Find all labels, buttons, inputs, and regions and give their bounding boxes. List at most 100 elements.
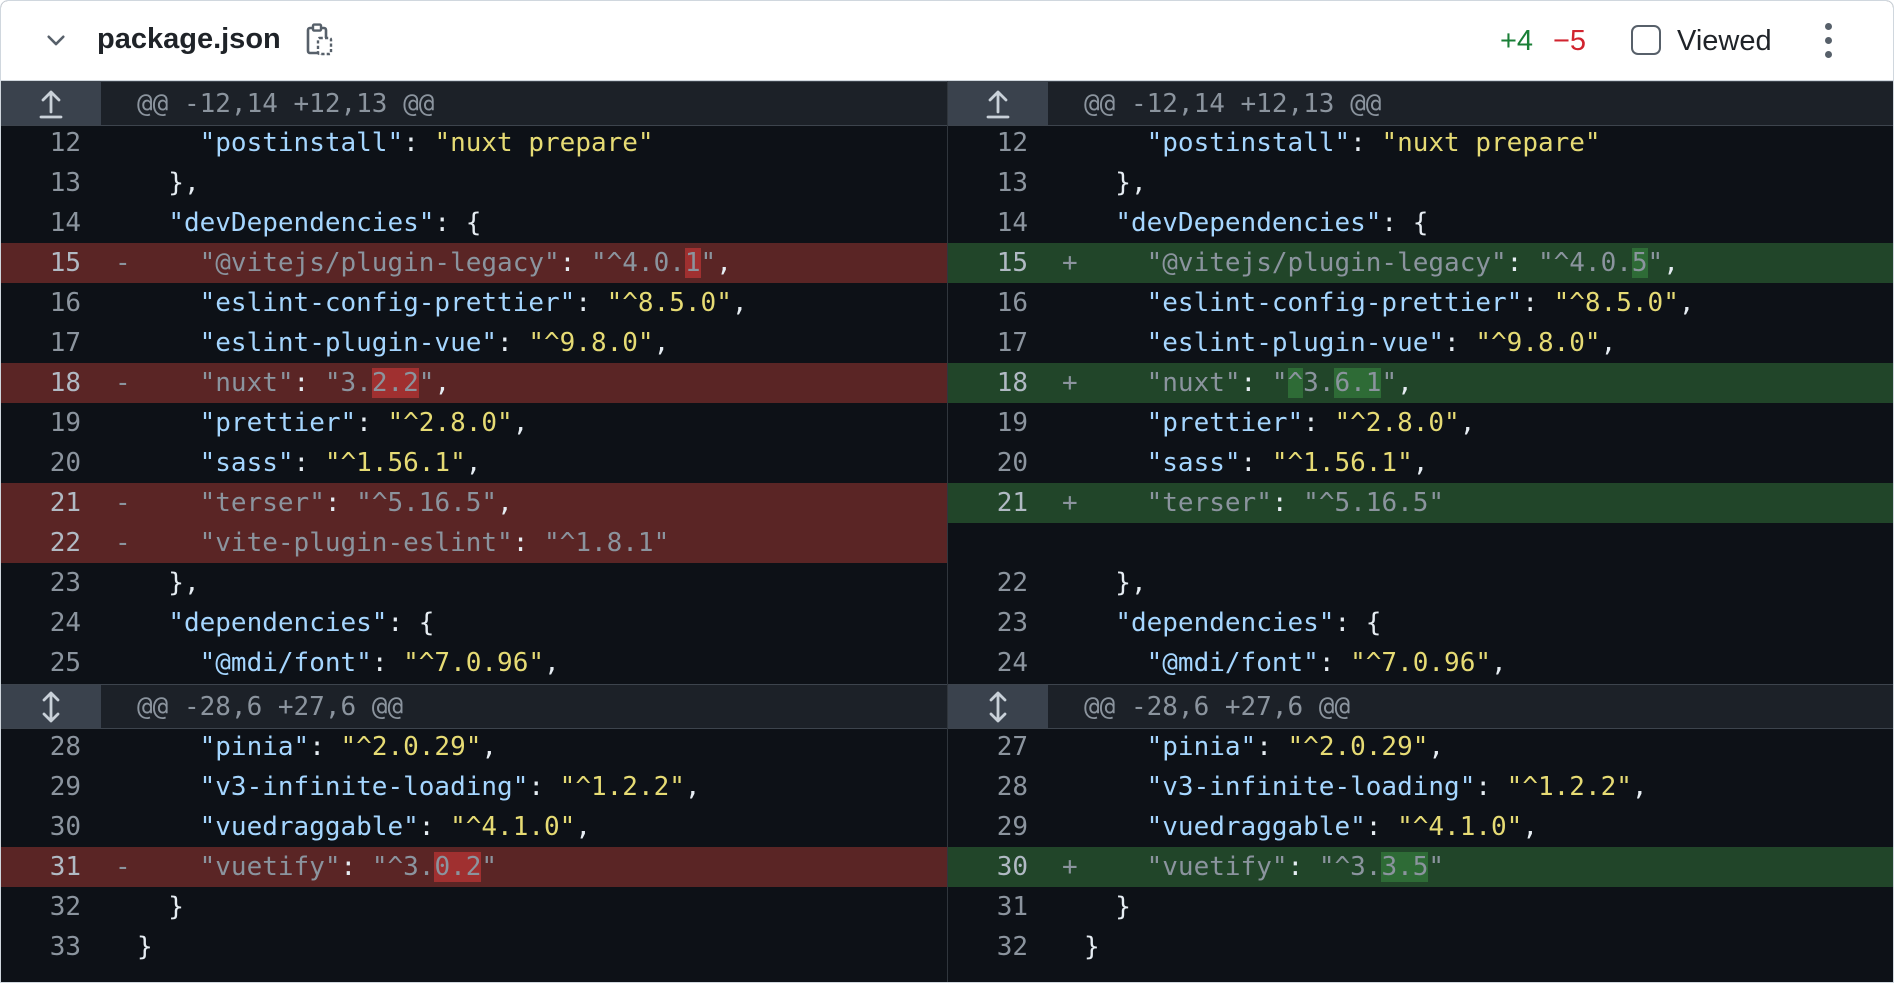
code-line[interactable]: 31 } bbox=[948, 887, 1893, 927]
line-number[interactable]: 17 bbox=[948, 323, 1028, 363]
line-number[interactable]: 12 bbox=[1, 123, 81, 163]
code-line[interactable]: 12 "postinstall": "nuxt prepare" bbox=[948, 123, 1893, 163]
file-name[interactable]: package.json bbox=[97, 21, 281, 57]
code-line[interactable]: 32} bbox=[948, 927, 1893, 967]
line-number[interactable]: 12 bbox=[948, 123, 1028, 163]
code-line[interactable]: 29 "v3-infinite-loading": "^1.2.2", bbox=[1, 767, 948, 807]
line-number[interactable]: 28 bbox=[948, 767, 1028, 807]
line-number[interactable]: 27 bbox=[948, 727, 1028, 767]
code-line[interactable]: 33} bbox=[1, 927, 948, 967]
line-number[interactable]: 15 bbox=[1, 243, 81, 283]
line-number[interactable]: 23 bbox=[1, 563, 81, 603]
line-number[interactable]: 19 bbox=[948, 403, 1028, 443]
line-number[interactable]: 19 bbox=[1, 403, 81, 443]
line-number[interactable]: 23 bbox=[948, 603, 1028, 643]
viewed-checkbox[interactable] bbox=[1631, 25, 1661, 55]
code-line[interactable]: 27 "pinia": "^2.0.29", bbox=[948, 727, 1893, 767]
viewed-toggle[interactable]: Viewed bbox=[1621, 19, 1783, 63]
line-number[interactable]: 31 bbox=[1, 847, 81, 887]
code-line[interactable]: 13 }, bbox=[1, 163, 948, 203]
line-number[interactable]: 13 bbox=[948, 163, 1028, 203]
line-number[interactable]: 20 bbox=[1, 443, 81, 483]
code-line[interactable]: 30 "vuedraggable": "^4.1.0", bbox=[1, 807, 948, 847]
line-number[interactable]: 14 bbox=[948, 203, 1028, 243]
line-number[interactable]: 13 bbox=[1, 163, 81, 203]
code-line[interactable]: 23 "dependencies": { bbox=[948, 603, 1893, 643]
line-number[interactable]: 21 bbox=[1, 483, 81, 523]
code-line[interactable]: 20 "sass": "^1.56.1", bbox=[948, 443, 1893, 483]
line-number[interactable]: 22 bbox=[1, 523, 81, 563]
code-line[interactable]: 32 } bbox=[1, 887, 948, 927]
code-line[interactable]: 13 }, bbox=[948, 163, 1893, 203]
expand-up-icon[interactable] bbox=[37, 87, 65, 121]
line-number[interactable]: 22 bbox=[948, 563, 1028, 603]
line-number[interactable]: 24 bbox=[948, 643, 1028, 683]
json-key: "pinia" bbox=[1146, 732, 1257, 762]
code-line[interactable]: 22 }, bbox=[948, 563, 1893, 603]
line-number[interactable]: 33 bbox=[1, 927, 81, 967]
code-line[interactable]: 28 "v3-infinite-loading": "^1.2.2", bbox=[948, 767, 1893, 807]
line-number[interactable]: 18 bbox=[1, 363, 81, 403]
code-line[interactable]: 29 "vuedraggable": "^4.1.0", bbox=[948, 807, 1893, 847]
expand-both-icon[interactable] bbox=[984, 690, 1012, 724]
code-line[interactable]: 18 - "nuxt": "3.2.2", bbox=[1, 363, 948, 403]
code-line[interactable]: 16 "eslint-config-prettier": "^8.5.0", bbox=[948, 283, 1893, 323]
line-number[interactable]: 32 bbox=[948, 927, 1028, 967]
code-line[interactable]: 15 - "@vitejs/plugin-legacy": "^4.0.1", bbox=[1, 243, 948, 283]
code-line[interactable]: 19 "prettier": "^2.8.0", bbox=[948, 403, 1893, 443]
code-line[interactable]: 19 "prettier": "^2.8.0", bbox=[1, 403, 948, 443]
changed-chars: 1 bbox=[684, 248, 701, 278]
code-line[interactable]: 25 "@mdi/font": "^7.0.96", bbox=[1, 643, 948, 683]
line-number[interactable]: 14 bbox=[1, 203, 81, 243]
line-number[interactable]: 29 bbox=[1, 767, 81, 807]
expand-hunk-button[interactable] bbox=[948, 685, 1048, 728]
line-number[interactable]: 17 bbox=[1, 323, 81, 363]
line-number[interactable]: 18 bbox=[948, 363, 1028, 403]
code-line[interactable]: 24 "dependencies": { bbox=[1, 603, 948, 643]
line-number[interactable]: 24 bbox=[1, 603, 81, 643]
code-line[interactable]: 28 "pinia": "^2.0.29", bbox=[1, 727, 948, 767]
code-line[interactable]: 16 "eslint-config-prettier": "^8.5.0", bbox=[1, 283, 948, 323]
code-line[interactable]: 24 "@mdi/font": "^7.0.96", bbox=[948, 643, 1893, 683]
json-punct: : bbox=[1303, 408, 1335, 438]
expand-hunk-button[interactable] bbox=[948, 82, 1048, 125]
json-value: "^7.0.96" bbox=[1350, 648, 1492, 678]
json-key: "sass" bbox=[1146, 448, 1241, 478]
expand-both-icon[interactable] bbox=[37, 690, 65, 724]
expand-up-icon[interactable] bbox=[984, 87, 1012, 121]
line-number[interactable]: 30 bbox=[948, 847, 1028, 887]
code-line[interactable]: 21 - "terser": "^5.16.5", bbox=[1, 483, 948, 523]
code-line[interactable]: 17 "eslint-plugin-vue": "^9.8.0", bbox=[948, 323, 1893, 363]
line-number[interactable]: 25 bbox=[1, 643, 81, 683]
line-number[interactable]: 20 bbox=[948, 443, 1028, 483]
code-line[interactable]: 20 "sass": "^1.56.1", bbox=[1, 443, 948, 483]
code-line[interactable]: 23 }, bbox=[1, 563, 948, 603]
kebab-menu-icon[interactable] bbox=[1813, 19, 1843, 63]
json-punct: : bbox=[1522, 288, 1554, 318]
code-line[interactable]: 12 "postinstall": "nuxt prepare" bbox=[1, 123, 948, 163]
copy-path-icon[interactable] bbox=[303, 22, 335, 58]
code-line[interactable]: 30 + "vuetify": "^3.3.5" bbox=[948, 847, 1893, 887]
code-line[interactable]: 21 + "terser": "^5.16.5" bbox=[948, 483, 1893, 523]
code-line[interactable]: 15 + "@vitejs/plugin-legacy": "^4.0.5", bbox=[948, 243, 1893, 283]
line-code: "eslint-config-prettier": "^8.5.0", bbox=[137, 283, 748, 323]
line-number[interactable]: 30 bbox=[1, 807, 81, 847]
code-line[interactable]: 18 + "nuxt": "^3.6.1", bbox=[948, 363, 1893, 403]
line-number[interactable]: 32 bbox=[1, 887, 81, 927]
line-number[interactable]: 31 bbox=[948, 887, 1028, 927]
code-line[interactable]: 14 "devDependencies": { bbox=[1, 203, 948, 243]
code-line[interactable]: 14 "devDependencies": { bbox=[948, 203, 1893, 243]
chevron-down-icon[interactable] bbox=[43, 27, 69, 53]
code-line[interactable]: 22 - "vite-plugin-eslint": "^1.8.1" bbox=[1, 523, 948, 563]
code-line[interactable]: 31 - "vuetify": "^3.0.2" bbox=[1, 847, 948, 887]
line-number[interactable]: 16 bbox=[1, 283, 81, 323]
code-indent: } bbox=[137, 932, 153, 962]
line-number[interactable]: 29 bbox=[948, 807, 1028, 847]
line-number[interactable]: 21 bbox=[948, 483, 1028, 523]
expand-hunk-button[interactable] bbox=[1, 82, 101, 125]
expand-hunk-button[interactable] bbox=[1, 685, 101, 728]
line-number[interactable]: 15 bbox=[948, 243, 1028, 283]
line-number[interactable]: 16 bbox=[948, 283, 1028, 323]
code-line[interactable]: 17 "eslint-plugin-vue": "^9.8.0", bbox=[1, 323, 948, 363]
line-number[interactable]: 28 bbox=[1, 727, 81, 767]
